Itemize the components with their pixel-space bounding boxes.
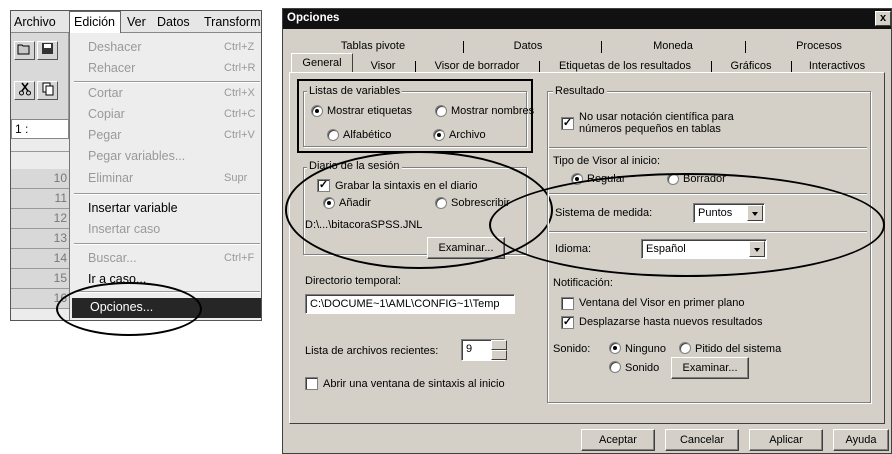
radio-alphabetical[interactable]: [327, 129, 339, 141]
menu-ver[interactable]: Ver: [127, 15, 146, 29]
radio-show-names[interactable]: [435, 105, 447, 117]
section-divider: [549, 147, 867, 149]
shortcut-buscar: Ctrl+F: [224, 252, 255, 264]
menu-item-eliminar[interactable]: Eliminar: [88, 171, 133, 185]
open-folder-icon[interactable]: [14, 41, 35, 60]
close-icon: x: [879, 12, 887, 24]
row-number[interactable]: 12: [11, 209, 69, 229]
checkbox-scroll-to-output-label: Desplazarse hasta nuevos resultados: [579, 316, 763, 328]
tab-separator: [745, 41, 746, 53]
menu-item-insertar-variable[interactable]: Insertar variable: [88, 201, 178, 215]
shortcut-cortar: Ctrl+X: [224, 87, 255, 99]
cut-icon[interactable]: [14, 81, 35, 100]
temp-directory-input[interactable]: C:\DOCUME~1\AML\CONFIG~1\Temp: [305, 294, 515, 314]
row-number[interactable]: 10: [11, 169, 69, 189]
grid-line: [11, 151, 69, 152]
annotation-ellipse-measurement-language: [489, 173, 885, 277]
checkbox-popup-viewer-label: Ventana del Visor en primer plano: [579, 297, 745, 309]
menu-separator: [74, 81, 260, 83]
spin-down-arrow-icon[interactable]: [491, 350, 507, 360]
menu-item-cortar[interactable]: Cortar: [88, 86, 123, 100]
menu-datos[interactable]: Datos: [157, 15, 190, 29]
checkbox-open-syntax-label: Abrir una ventana de sintaxis al inicio: [323, 378, 505, 390]
recent-files-value: 9: [466, 343, 473, 355]
cancel-button[interactable]: Cancelar: [665, 429, 739, 451]
shortcut-pegar: Ctrl+V: [224, 129, 255, 141]
menu-item-deshacer[interactable]: Deshacer: [88, 40, 142, 54]
annotation-ellipse-opciones: [56, 282, 202, 336]
menu-item-rehacer[interactable]: Rehacer: [88, 61, 135, 75]
variable-lists-title: Listas de variables: [307, 85, 403, 97]
checkbox-no-sci-notation[interactable]: ✓: [561, 117, 574, 130]
menu-separator: [74, 193, 260, 195]
tab-general-label: General: [302, 57, 342, 69]
checkbox-popup-viewer[interactable]: [561, 297, 574, 310]
radio-sound-file-label: Sonido: [625, 362, 660, 374]
radio-file-order[interactable]: [433, 129, 445, 141]
menu-archivo[interactable]: Archivo: [14, 15, 56, 29]
checkbox-no-sci-notation-label: No usar notación científica para números…: [579, 111, 734, 135]
tab-procesos[interactable]: Procesos: [763, 39, 875, 55]
menu-bar: Archivo Edición Ver Datos Transform: [11, 11, 261, 33]
tab-separator: [601, 41, 602, 53]
save-icon[interactable]: [37, 41, 58, 60]
apply-button[interactable]: Aplicar: [749, 429, 823, 451]
radio-sound-system-beep-label: Pitido del sistema: [695, 343, 782, 355]
temp-directory-label: Directorio temporal:: [305, 275, 401, 287]
radio-sound-file[interactable]: [609, 361, 621, 373]
checkbox-open-syntax[interactable]: [305, 377, 318, 390]
row-number[interactable]: 11: [11, 189, 69, 209]
ok-button[interactable]: Aceptar: [581, 429, 655, 451]
radio-sound-none-label: Ninguno: [625, 343, 666, 355]
spss-data-editor-window: Archivo Edición Ver Datos Transform 1 : …: [10, 10, 262, 321]
spin-up-arrow-icon[interactable]: [491, 340, 507, 350]
shortcut-copiar: Ctrl+C: [224, 108, 256, 120]
notification-label: Notificación:: [553, 277, 613, 289]
radio-show-names-label: Mostrar nombres: [451, 105, 535, 117]
check-mark-icon: ✓: [562, 316, 573, 328]
toolbar: [11, 33, 69, 123]
radio-alphabetical-label: Alfabético: [343, 129, 392, 141]
tab-separator: [463, 41, 464, 53]
sound-browse-button[interactable]: Examinar...: [671, 357, 749, 379]
cell-reference: 1 :: [11, 119, 69, 139]
menu-edicion[interactable]: Edición: [69, 11, 121, 33]
radio-sound-none[interactable]: [609, 342, 621, 354]
menu-item-insertar-caso[interactable]: Insertar caso: [88, 222, 160, 236]
tab-moneda[interactable]: Moneda: [613, 39, 733, 55]
options-dialog: Opciones x Tablas pivote Datos Moneda Pr…: [282, 8, 892, 454]
menu-item-pegar[interactable]: Pegar: [88, 128, 121, 142]
dialog-title: Opciones: [287, 12, 340, 24]
checkbox-scroll-to-output[interactable]: ✓: [561, 316, 574, 329]
shortcut-deshacer: Ctrl+Z: [224, 41, 255, 53]
close-button[interactable]: x: [875, 11, 891, 26]
menu-transform[interactable]: Transform: [204, 15, 261, 29]
menu-separator: [74, 243, 260, 245]
menu-item-pegar-variables[interactable]: Pegar variables...: [88, 149, 185, 163]
tab-datos[interactable]: Datos: [473, 39, 583, 55]
edit-menu-dropdown: Deshacer Ctrl+Z Rehacer Ctrl+R Cortar Ct…: [69, 33, 261, 320]
row-number[interactable]: 15: [11, 269, 69, 289]
radio-show-labels-label: Mostrar etiquetas: [327, 105, 412, 117]
recent-files-label: Lista de archivos recientes:: [305, 345, 439, 357]
radio-sound-system-beep[interactable]: [679, 342, 691, 354]
viewer-type-label: Tipo de Visor al inicio:: [553, 155, 660, 167]
menu-item-copiar[interactable]: Copiar: [88, 107, 125, 121]
row-number[interactable]: 14: [11, 249, 69, 269]
menu-edicion-label: Edición: [74, 15, 115, 29]
row-header-column: 10 11 12 13 14 15 16: [11, 139, 69, 320]
check-mark-icon: ✓: [562, 117, 573, 129]
radio-file-order-label: Archivo: [449, 129, 486, 141]
shortcut-rehacer: Ctrl+R: [224, 62, 256, 74]
row-number[interactable]: 13: [11, 229, 69, 249]
sound-label: Sonido:: [553, 343, 591, 355]
menu-item-buscar[interactable]: Buscar...: [88, 251, 137, 265]
tab-general[interactable]: General: [291, 53, 353, 73]
output-title: Resultado: [553, 85, 607, 97]
dialog-title-bar: Opciones x: [283, 9, 891, 29]
copy-icon[interactable]: [37, 81, 58, 100]
shortcut-eliminar: Supr: [224, 172, 248, 184]
radio-show-labels[interactable]: [311, 105, 323, 117]
help-button[interactable]: Ayuda: [833, 429, 889, 451]
